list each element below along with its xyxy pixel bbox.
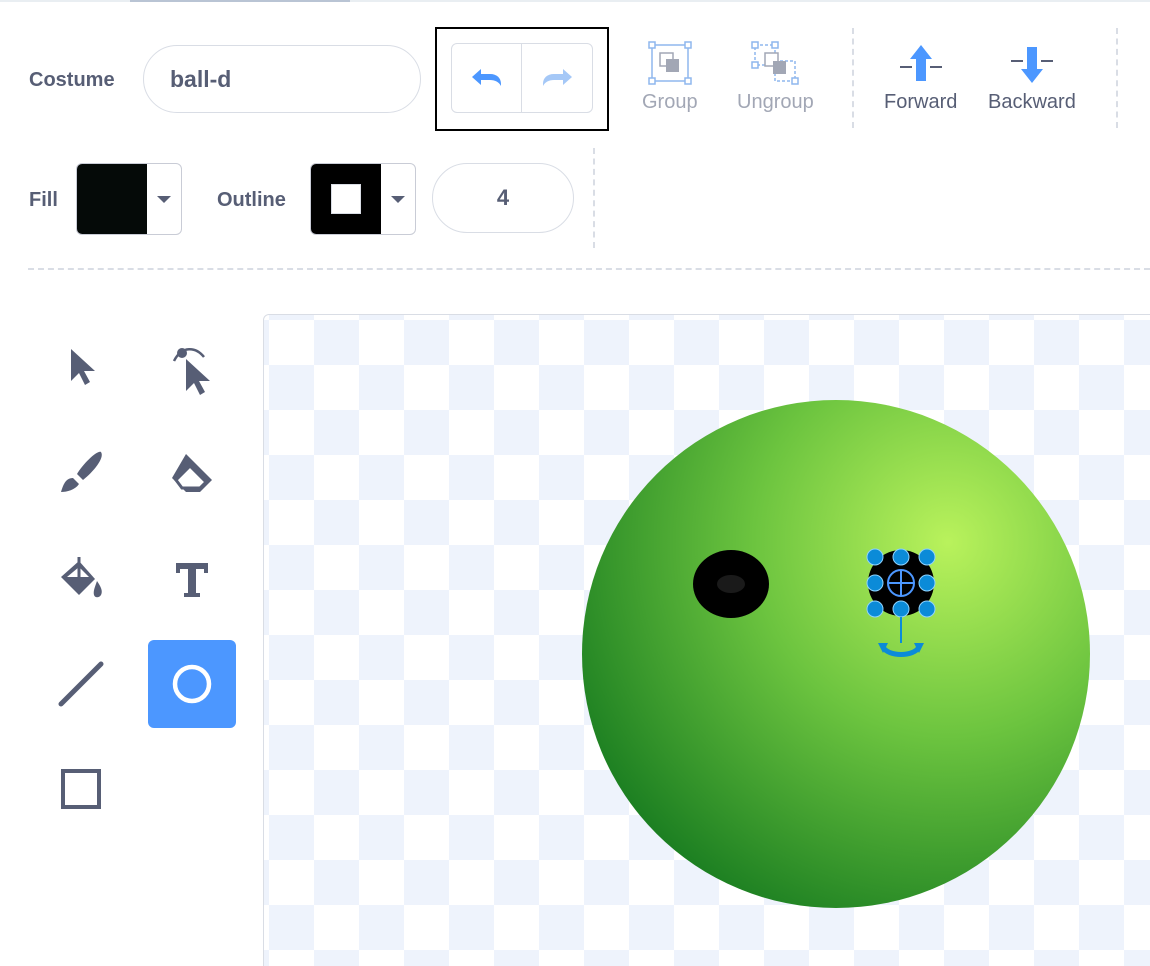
left-eye-highlight xyxy=(717,575,745,593)
group-label: Group xyxy=(642,91,698,113)
select-tool[interactable] xyxy=(37,323,125,411)
ungroup-icon xyxy=(751,41,800,85)
line-icon xyxy=(58,661,104,707)
group-button[interactable]: Group xyxy=(642,41,698,114)
forward-label: Forward xyxy=(884,91,958,113)
outline-width-value: 4 xyxy=(496,185,510,210)
top-tab-indicator xyxy=(130,0,350,2)
rectangle-icon xyxy=(61,769,101,809)
toolbar-divider xyxy=(852,28,854,128)
eraser-icon xyxy=(172,454,212,492)
backward-button[interactable]: Backward xyxy=(988,43,1076,114)
redo-icon xyxy=(543,69,572,86)
fill-color-swatch xyxy=(77,164,147,234)
fill-label: Fill xyxy=(29,189,58,211)
circle-tool[interactable] xyxy=(148,640,236,728)
costume-label: Costume xyxy=(29,69,115,91)
ungroup-button[interactable]: Ungroup xyxy=(737,41,814,114)
fill-dropdown-caret xyxy=(147,164,181,234)
text-t-icon xyxy=(176,563,208,597)
costume-name-value: ball-d xyxy=(170,65,232,92)
text-tool[interactable] xyxy=(148,535,236,623)
ball-body[interactable] xyxy=(582,400,1090,908)
undo-button[interactable] xyxy=(452,44,522,112)
ungroup-label: Ungroup xyxy=(737,91,814,113)
backward-icon xyxy=(1010,47,1053,83)
outline-dropdown-caret xyxy=(381,164,415,234)
forward-icon xyxy=(899,45,942,81)
fill-color-button[interactable] xyxy=(76,163,182,235)
paint-canvas[interactable] xyxy=(263,314,1150,966)
outline-width-input[interactable]: 4 xyxy=(432,163,574,233)
style-divider xyxy=(593,148,595,248)
outline-color-button[interactable] xyxy=(310,163,416,235)
line-tool[interactable] xyxy=(37,640,125,728)
circle-icon xyxy=(172,664,212,704)
fill-tool[interactable] xyxy=(37,535,125,623)
reshape-icon xyxy=(172,348,210,395)
outline-color-swatch xyxy=(311,164,381,234)
toolbar-divider-right xyxy=(1116,28,1118,128)
eraser-tool[interactable] xyxy=(148,430,236,518)
select-arrow-icon xyxy=(71,349,95,385)
backward-label: Backward xyxy=(988,91,1076,113)
toolbar-bottom-divider xyxy=(28,268,1150,270)
undo-icon xyxy=(471,69,501,86)
chevron-down-icon xyxy=(157,195,171,203)
chevron-down-icon xyxy=(391,195,405,203)
brush-tool[interactable] xyxy=(37,430,125,518)
redo-button[interactable] xyxy=(522,44,592,112)
brush-icon xyxy=(61,451,102,492)
costume-name-input[interactable]: ball-d xyxy=(143,45,421,113)
paint-bucket-icon xyxy=(61,557,102,598)
reshape-tool[interactable] xyxy=(148,323,236,411)
outline-swatch-inner xyxy=(331,184,361,214)
undo-redo-group xyxy=(451,43,593,113)
group-icon xyxy=(648,41,692,85)
canvas-drawing xyxy=(582,400,1090,908)
outline-label: Outline xyxy=(217,189,286,211)
forward-button[interactable]: Forward xyxy=(884,43,957,114)
rectangle-tool[interactable] xyxy=(37,745,125,833)
